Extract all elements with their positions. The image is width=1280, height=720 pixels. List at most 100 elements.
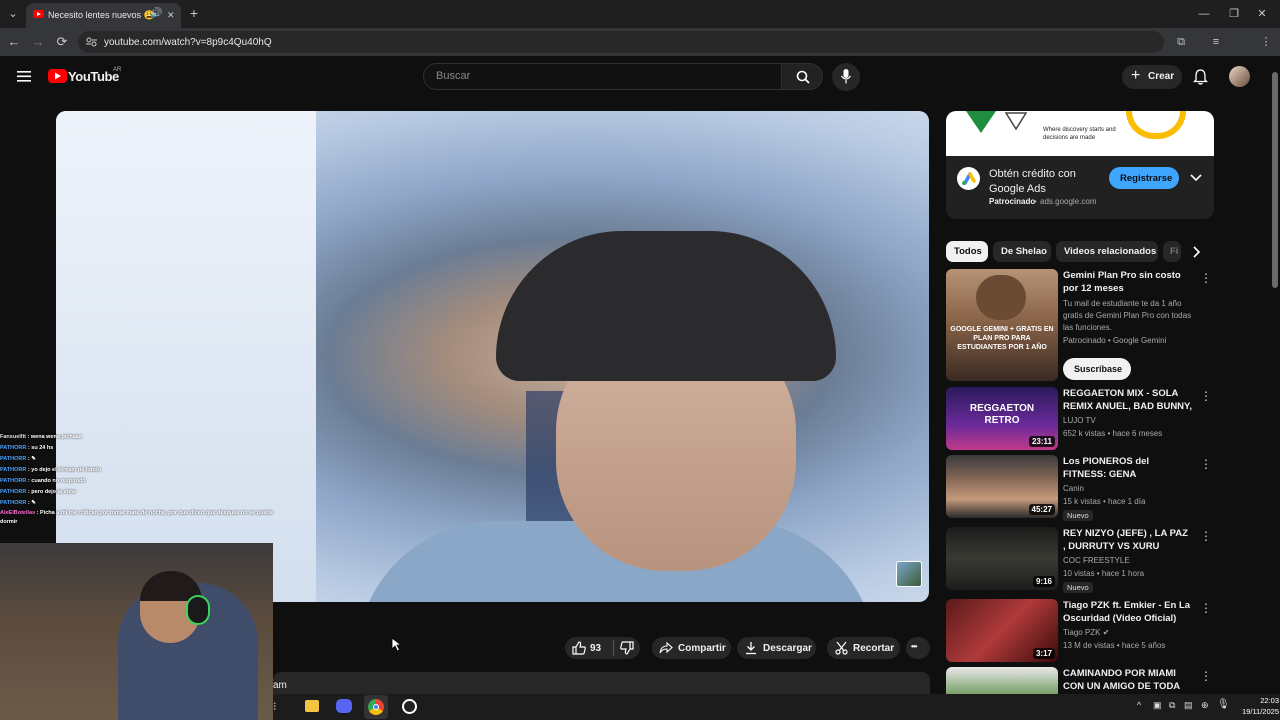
search-button[interactable] [781,63,823,90]
taskbar-time[interactable]: 22:03 [1230,696,1279,705]
tab-search-icon[interactable]: ⌄ [5,7,21,21]
video-item[interactable]: 45:27 Los PIONEROS del FITNESS: GENA PED… [946,455,1214,521]
more-options-icon[interactable]: ⋮ [1200,271,1212,285]
chrome-menu-icon[interactable]: ⋮ [1258,35,1274,49]
chip-partial[interactable]: Fi [1163,241,1181,262]
video-thumbnail[interactable]: REGGAETON RETRO 23:11 [946,387,1058,450]
more-options-icon[interactable]: ⋮ [1200,529,1212,543]
close-window-button[interactable]: ✕ [1254,7,1270,21]
video-title[interactable]: CAMINANDO POR MIAMI CON UN AMIGO DE TODA… [1063,667,1193,693]
chrome-icon-center [373,704,379,710]
video-channel[interactable]: Tiago PZK ✔ [1063,627,1109,639]
more-actions-button[interactable]: ••• [906,637,930,659]
tab-close-icon[interactable]: ✕ [167,10,175,21]
video-title[interactable]: REY NIZYO (JEFE) , LA PAZ , DURRUTY VS X… [1063,527,1193,553]
tab-audio-icon[interactable]: 🔊 [150,8,162,19]
video-player[interactable] [56,111,929,602]
ad-domain-dot: • [1034,197,1037,206]
taskbar-date[interactable]: 19/11/2025 [1230,707,1279,716]
forward-button[interactable]: → [30,35,46,49]
scrollbar-thumb[interactable] [1272,72,1278,288]
clip-button[interactable]: Recortar [827,637,900,659]
more-options-icon[interactable]: ⋮ [1200,457,1212,471]
hamburger-menu-icon[interactable] [17,71,31,82]
video-thumbnail[interactable]: GOOGLE GEMINI + GRATIS EN PLAN PRO PARA … [946,269,1058,381]
video-thumbnail[interactable]: 9:16 [946,527,1058,590]
register-button[interactable]: Registrarse [1109,167,1179,189]
task-view-icon[interactable]: ⁝ [273,700,277,713]
tray-app4-icon[interactable]: ⊕ [1201,700,1209,711]
subscribe-button[interactable]: Suscríbase [1063,358,1131,380]
more-options-icon[interactable]: ⋮ [1200,601,1212,615]
reading-list-icon[interactable]: ≡ [1208,35,1224,49]
video-title[interactable]: Gemini Plan Pro sin costo por 12 meses [1063,269,1193,295]
video-thumbnail[interactable]: 3:17 [946,599,1058,662]
download-button[interactable]: Descargar [737,637,816,659]
browser-tab[interactable]: Necesito lentes nuevos 😩 🔊 ✕ [26,3,181,28]
notifications-bell-icon[interactable] [1193,69,1208,85]
chip-todos[interactable]: Todos [946,241,988,262]
obs-icon[interactable] [402,699,417,714]
address-bar[interactable]: youtube.com/watch?v=8p9c4Qu40hQ [78,31,1164,53]
create-button[interactable]: + Crear [1122,65,1182,89]
video-title[interactable]: Tiago PZK ft. Emkier - En La Oscuridad (… [1063,599,1193,625]
ad-sponsored-label: Patrocinado [989,197,1036,206]
search-input[interactable] [436,70,766,82]
video-channel[interactable]: Canin [1063,483,1084,495]
restore-button[interactable]: ❐ [1226,7,1242,21]
video-channel: Patrocinado • Google Gemini [1063,336,1167,345]
ad-banner: Where discovery starts and decisions are… [946,111,1214,156]
share-button[interactable]: Compartir [652,637,731,659]
video-item[interactable]: 3:17 Tiago PZK ft. Emkier - En La Oscuri… [946,599,1214,662]
more-options-icon[interactable]: ⋮ [1200,389,1212,403]
ad-banner-text: Where discovery starts and decisions are… [1043,127,1116,141]
tray-app2-icon[interactable]: ⧉ [1169,700,1175,711]
chips-next-chevron-icon[interactable] [1193,246,1201,258]
youtube-logo[interactable]: YouTube AR [48,67,138,87]
more-options-icon[interactable]: ⋮ [1200,669,1212,683]
video-duration: 23:11 [1028,436,1055,447]
video-stats: 652 k vistas • hace 6 meses [1063,429,1163,438]
video-item[interactable]: 9:16 REY NIZYO (JEFE) , LA PAZ , DURRUTY… [946,527,1214,593]
description-box[interactable]: am [273,672,930,694]
video-title[interactable]: Los PIONEROS del FITNESS: GENA PEDRAZZOL… [1063,455,1193,481]
chip-label: Todos [954,246,982,257]
chip-de-shelao[interactable]: De Shelao [993,241,1051,262]
channel-watermark[interactable] [896,561,922,587]
minimize-button[interactable]: — [1196,7,1212,21]
tray-overflow-icon[interactable]: ^ [1137,700,1141,710]
sponsored-ad-card[interactable]: Where discovery starts and decisions are… [946,111,1214,219]
microphone-tray-icon[interactable]: 🎙 [1217,699,1230,710]
youtube-logo-icon [48,69,67,83]
site-info-icon[interactable] [86,37,97,47]
discord-icon[interactable] [336,699,352,713]
file-explorer-icon[interactable] [305,700,319,712]
dislike-button[interactable] [615,637,640,659]
like-button[interactable]: 93 [565,637,613,659]
tray-app3-icon[interactable]: ▤ [1184,700,1193,711]
google-ads-icon [962,172,976,185]
chat-line: PATHORR : yo dejo el stream de fondo [0,467,101,473]
reload-button[interactable]: ⟳ [54,35,70,49]
back-button[interactable]: ← [6,35,22,49]
chrome-taskbar-button[interactable] [364,695,388,719]
tray-app-icon[interactable]: ▣ [1153,700,1162,711]
extensions-icon[interactable]: ⧉ [1173,35,1189,49]
sponsored-video-item[interactable]: GOOGLE GEMINI + GRATIS EN PLAN PRO PARA … [946,269,1214,381]
video-channel[interactable]: COC FREESTYLE [1063,555,1130,567]
video-duration: 9:16 [1032,576,1055,587]
more-icon: ••• [911,642,917,651]
video-thumbnail[interactable]: 45:27 [946,455,1058,518]
video-title[interactable]: REGGAETON MIX - SOLA REMIX ANUEL, BAD BU… [1063,387,1193,413]
chip-videos-relacionados[interactable]: Videos relacionados [1056,241,1158,262]
search-box[interactable] [423,63,782,90]
video-channel[interactable]: LUJO TV [1063,415,1096,427]
chevron-down-icon[interactable] [1190,174,1202,182]
video-item[interactable]: REGGAETON RETRO 23:11 REGGAETON MIX - SO… [946,387,1214,450]
user-avatar[interactable] [1229,66,1250,87]
video-item[interactable]: CAMINANDO POR MIAMI CON UN AMIGO DE TODA… [946,667,1214,694]
video-frame-wall [56,111,316,602]
new-tab-button[interactable]: + [186,6,202,20]
video-thumbnail[interactable] [946,667,1058,694]
voice-search-button[interactable] [832,63,860,91]
